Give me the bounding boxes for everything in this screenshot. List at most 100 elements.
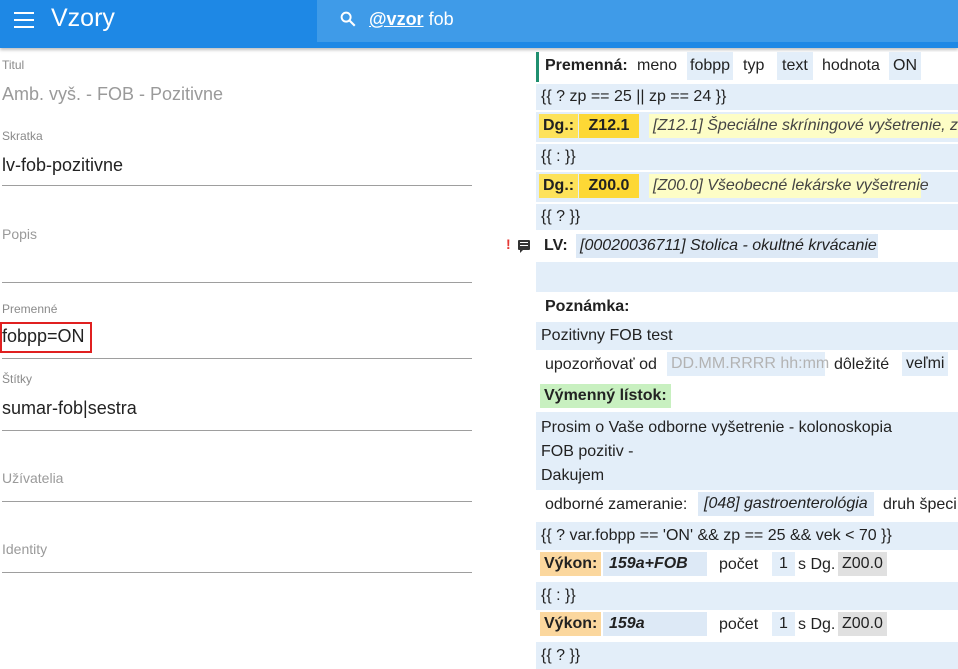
search-icon[interactable] xyxy=(339,10,357,28)
identity-underline xyxy=(2,572,472,573)
diagnosis-label: Dg.: xyxy=(539,114,579,138)
skratka-underline xyxy=(2,185,472,186)
variable-name-value[interactable]: fobpp xyxy=(687,52,734,80)
popis-label: Popis xyxy=(2,226,38,242)
condition-row: {{ : }} xyxy=(536,582,958,610)
highlight-box xyxy=(0,322,92,353)
condition-row: {{ : }} xyxy=(536,144,958,170)
stitky-underline xyxy=(2,430,472,431)
diagnosis-row: Dg.: Z12.1 [Z12.1] Špeciálne skríningové… xyxy=(536,112,958,142)
app-title: Vzory xyxy=(51,4,115,32)
specialty-label: odborné zameranie: xyxy=(545,496,688,513)
stitky-label: Štítky xyxy=(2,372,33,386)
popis-underline xyxy=(2,282,472,283)
stitky-field[interactable]: Štítky sumar-fob|sestra xyxy=(2,372,472,431)
diagnosis-label: Dg.: xyxy=(539,174,579,198)
count-value[interactable]: 1 xyxy=(772,552,795,576)
procedure-code[interactable]: 159a+FOB xyxy=(603,552,707,576)
condition-row: {{ ? }} xyxy=(536,642,958,669)
count-label: počet xyxy=(719,616,759,633)
note-text-row: Pozitivny FOB test xyxy=(536,322,958,350)
search-input[interactable]: @vzor fob xyxy=(369,9,454,30)
specialty-type-label: druh špeci xyxy=(883,496,957,513)
variable-label: Premenná: xyxy=(545,57,628,74)
lab-request-label: LV: xyxy=(544,237,568,254)
stitky-value[interactable]: sumar-fob|sestra xyxy=(2,398,472,420)
lab-request-row: LV: [00020036711] Stolica - okultné krvá… xyxy=(536,232,958,262)
uzivatelia-label: Užívatelia xyxy=(2,470,64,486)
specialty-row: odborné zameranie: [048] gastroenterológ… xyxy=(536,490,958,522)
diagnosis-code[interactable]: Z00.0 xyxy=(579,174,639,198)
condition-text: {{ : }} xyxy=(541,587,576,604)
specialty-value[interactable]: [048] gastroenterológia xyxy=(698,492,874,516)
template-form: Titul Amb. vyš. - FOB - Pozitivne Skratk… xyxy=(0,50,480,669)
note-label: Poznámka: xyxy=(545,298,630,315)
procedure-row: Výkon: 159a počet 1 s Dg. Z00.0 xyxy=(536,610,958,642)
condition-text: {{ ? zp == 25 || zp == 24 }} xyxy=(541,88,727,105)
variable-row: Premenná: meno fobpp typ text hodnota ON xyxy=(536,52,958,82)
skratka-value[interactable]: lv-fob-pozitivne xyxy=(2,155,472,177)
uzivatelia-underline xyxy=(2,501,472,502)
popis-field[interactable]: Popis xyxy=(2,226,472,283)
titul-value[interactable]: Amb. vyš. - FOB - Pozitivne xyxy=(2,84,472,106)
procedure-label: Výkon: xyxy=(540,552,602,576)
reminder-date-input[interactable]: DD.MM.RRRR hh:mm xyxy=(667,352,829,376)
with-diagnosis-label: s Dg. xyxy=(798,616,836,633)
diagnosis-text[interactable]: [Z12.1] Špeciálne skríningové vyšetrenie… xyxy=(649,114,958,138)
condition-text: {{ : }} xyxy=(541,148,576,165)
app-header: Vzory @vzor fob xyxy=(0,0,958,48)
procedure-row: Výkon: 159a+FOB počet 1 s Dg. Z00.0 xyxy=(536,550,958,582)
variable-key-hodnota: hodnota xyxy=(822,57,880,74)
exchange-line: Dakujem xyxy=(541,467,605,484)
with-diagnosis-value[interactable]: Z00.0 xyxy=(838,552,887,576)
warning-icon: ! xyxy=(506,236,511,252)
search-query-rest: fob xyxy=(423,9,454,29)
diagnosis-text[interactable]: [Z00.0] Všeobecné lekárske vyšetrenie xyxy=(649,174,929,198)
variable-type-value[interactable]: text xyxy=(777,52,813,80)
search-query-prefix: @vzor xyxy=(369,9,424,29)
exchange-label: Výmenný lístok: xyxy=(540,384,671,408)
importance-label: dôležité xyxy=(834,356,890,373)
search-bar[interactable]: @vzor fob xyxy=(317,0,958,42)
condition-text: {{ ? var.fobpp == 'ON' && zp == 25 && ve… xyxy=(541,527,892,544)
note-header-row: Poznámka: xyxy=(536,292,958,322)
variable-key-meno: meno xyxy=(637,57,678,74)
diagnosis-code[interactable]: Z12.1 xyxy=(579,114,639,138)
note-text[interactable]: Pozitivny FOB test xyxy=(541,322,673,350)
diagnosis-row: Dg.: Z00.0 [Z00.0] Všeobecné lekárske vy… xyxy=(536,172,958,202)
exchange-line: Prosim o Vaše odborne vyšetrenie - kolon… xyxy=(541,419,892,436)
condition-row: {{ ? }} xyxy=(536,204,958,230)
reminder-label: upozorňovať od xyxy=(545,356,657,373)
count-label: počet xyxy=(719,556,759,573)
condition-text: {{ ? }} xyxy=(541,647,581,664)
titul-label: Titul xyxy=(2,58,25,72)
exchange-line: FOB pozitiv - xyxy=(541,443,634,460)
exchange-text: Prosim o Vaše odborne vyšetrenie - kolon… xyxy=(541,416,892,488)
premenne-label: Premenné xyxy=(2,302,58,316)
importance-select[interactable]: veľmi xyxy=(902,352,949,376)
identity-field[interactable]: Identity xyxy=(2,541,472,573)
exchange-text-block[interactable]: Prosim o Vaše odborne vyšetrenie - kolon… xyxy=(536,412,958,490)
comment-icon[interactable] xyxy=(518,240,530,253)
template-preview: Premenná: meno fobpp typ text hodnota ON… xyxy=(536,50,958,669)
skratka-label: Skratka xyxy=(2,129,43,143)
exchange-header-row: Výmenný lístok: xyxy=(536,382,958,412)
variable-value-value[interactable]: ON xyxy=(889,52,921,80)
uzivatelia-field[interactable]: Užívatelia xyxy=(2,470,472,502)
procedure-label: Výkon: xyxy=(540,612,602,636)
reminder-row: upozorňovať od DD.MM.RRRR hh:mm dôležité… xyxy=(536,350,958,382)
identity-label: Identity xyxy=(2,541,48,557)
procedure-code[interactable]: 159a xyxy=(603,612,707,636)
menu-icon[interactable] xyxy=(14,12,34,28)
condition-row: {{ ? var.fobpp == 'ON' && zp == 25 && ve… xyxy=(536,522,958,550)
with-diagnosis-value[interactable]: Z00.0 xyxy=(838,612,887,636)
titul-field[interactable]: Titul Amb. vyš. - FOB - Pozitivne xyxy=(2,58,472,106)
spacer-row xyxy=(536,262,958,292)
skratka-field[interactable]: Skratka lv-fob-pozitivne xyxy=(2,129,472,186)
condition-row: {{ ? zp == 25 || zp == 24 }} xyxy=(536,84,958,110)
lab-request-text[interactable]: [00020036711] Stolica - okultné krvácani… xyxy=(576,234,878,258)
with-diagnosis-label: s Dg. xyxy=(798,556,836,573)
count-value[interactable]: 1 xyxy=(772,612,795,636)
premenne-underline xyxy=(2,358,472,359)
condition-text: {{ ? }} xyxy=(541,208,581,225)
